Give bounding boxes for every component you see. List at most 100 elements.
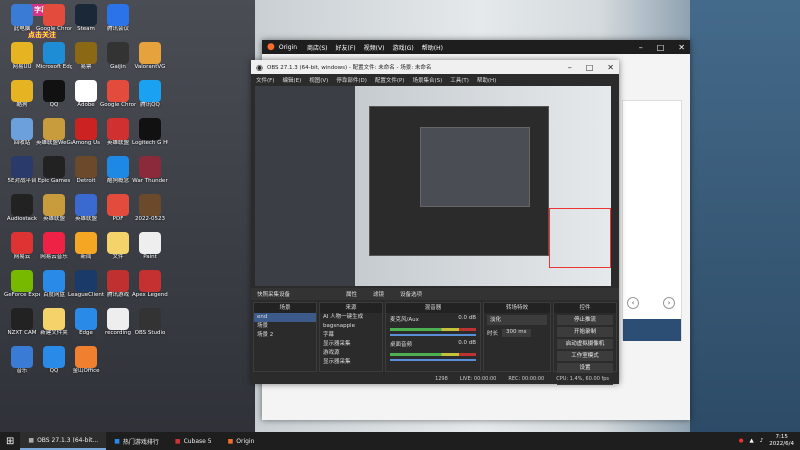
desktop-icon[interactable]: 英雄联盟 [36,194,72,236]
source-item[interactable]: 游戏源 [320,349,382,358]
desktop-icon[interactable]: ValorantVG [132,42,168,84]
obs-menu-item[interactable]: 帮助(H) [477,76,496,84]
obs-menu-item[interactable]: 工具(T) [450,76,469,84]
volume-icon[interactable]: ♪ [760,438,764,444]
obs-menu-item[interactable]: 停靠部件(D) [336,76,367,84]
transition-select[interactable]: 淡化 [487,315,547,325]
preview-selection-box[interactable] [549,208,611,268]
desktop-icon[interactable]: War Thunder [132,156,168,198]
taskbar-item[interactable]: ■ OBS 27.1.3 (64-bit... [20,432,107,450]
desktop-icon[interactable]: 英雄联盟 [68,194,104,236]
desktop-icon[interactable]: Among Us [68,118,104,160]
clock[interactable]: 7:15 2022/6/4 [769,434,794,448]
desktop-icon[interactable]: 易票 [68,42,104,84]
source-item[interactable]: AI 人物一键生成 [320,313,382,322]
desktop-icon[interactable]: 酷狗概念 [100,156,136,198]
desktop-icon[interactable]: Logitech G HUB [132,118,168,160]
desktop-icon[interactable]: 百度网盘 [36,270,72,312]
desktop-icon[interactable]: OBS Studio [132,308,168,350]
start-button[interactable]: ⊞ [0,432,20,450]
desktop-icon[interactable]: 网易云 [4,232,40,274]
desktop-icon[interactable]: Gaijin [100,42,136,84]
source-item[interactable]: 字幕 [320,331,382,340]
desktop-icon[interactable]: 网易UU [4,42,40,84]
desktop-icon[interactable]: Apex Legends [132,270,168,312]
maximize-icon[interactable]: □ [586,63,594,72]
desktop-icon[interactable]: NZXT CAM [4,308,40,350]
obs-menu-item[interactable]: 配置文件(P) [375,76,405,84]
scene-item[interactable]: 场景 2 [254,331,316,340]
origin-titlebar[interactable]: ● Origin 商店(S) 好友(F) 视频(V) 游戏(G) 帮助(H) – □ ✕ [262,40,690,54]
desktop-icon[interactable]: Detroit [68,156,104,198]
volume-slider[interactable] [390,334,476,336]
device-options-button[interactable]: 设备选项 [400,290,422,298]
desktop-icon[interactable]: 新建文件夹 [36,308,72,350]
obs-titlebar[interactable]: ◉ OBS 27.1.3 (64-bit, windows) - 配置文件: 未… [251,60,619,74]
close-icon[interactable]: ✕ [678,43,685,52]
desktop-icon[interactable]: recording [100,308,136,350]
desktop-icon[interactable]: Microsoft Edge [36,42,72,84]
source-item[interactable]: 显示器采集 [320,340,382,349]
close-icon[interactable]: ✕ [607,63,614,72]
desktop-icon[interactable]: Google Chrome [36,4,72,46]
desktop-icon[interactable]: Edge [68,308,104,350]
origin-menu-item[interactable]: 帮助(H) [422,43,443,52]
control-button[interactable]: 工作室模式 [557,351,613,361]
taskbar-item[interactable]: ■ Cubase 5 [167,432,220,450]
desktop-icon[interactable]: 金山Office [68,346,104,388]
desktop-icon[interactable]: 腾讯QQ [132,80,168,122]
tray-app-icon[interactable]: ● [739,438,744,444]
source-item[interactable]: bagsnapple [320,322,382,331]
desktop-icon[interactable]: LeagueClient [68,270,104,312]
taskbar-item[interactable]: ■ 热门游戏排行 [106,432,167,450]
desktop-icon[interactable]: Audiostack [4,194,40,236]
control-button[interactable]: 设置 [557,363,613,373]
taskbar-item[interactable]: ■ Origin [220,432,263,450]
desktop-icon[interactable]: 音乐 [4,346,40,388]
desktop-icon[interactable]: 网易云音乐 [36,232,72,274]
desktop-icon[interactable]: Steam [68,4,104,46]
desktop-icon[interactable]: Epic Games [36,156,72,198]
desktop-icon[interactable]: 腾讯游戏 [100,270,136,312]
desktop-icon[interactable]: 酷狗 [4,80,40,122]
obs-menu-item[interactable]: 视图(V) [309,76,328,84]
origin-menu-item[interactable]: 商店(S) [307,43,328,52]
scene-item[interactable]: end [254,313,316,322]
desktop-icon[interactable]: 腾讯会议 [100,4,136,46]
desktop-icon[interactable]: 此电脑 [4,4,40,46]
obs-menu-item[interactable]: 文件(F) [256,76,274,84]
control-button[interactable]: 停止推流 [557,315,613,325]
origin-menu-item[interactable]: 游戏(G) [392,43,413,52]
origin-menu-item[interactable]: 好友(F) [336,43,356,52]
desktop-icon[interactable]: PDF [100,194,136,236]
desktop-icon[interactable]: 英雄联盟 [100,118,136,160]
network-icon[interactable]: ▲ [750,438,754,444]
desktop-icon[interactable]: QQ [36,346,72,388]
duration-input[interactable]: 300 ms [502,329,531,337]
desktop-icon[interactable]: QQ [36,80,72,122]
desktop-icon[interactable]: 2022-0523 [132,194,168,236]
control-button[interactable]: 启动虚拟摄像机 [557,339,613,349]
desktop-icon[interactable]: 英雄联盟WeGame [36,118,72,160]
desktop-icon[interactable]: Google Chrome [100,80,136,122]
scene-item[interactable]: 场景 [254,322,316,331]
obs-menu-item[interactable]: 编辑(E) [282,76,301,84]
minimize-icon[interactable]: – [568,63,572,72]
filters-button[interactable]: 滤镜 [373,290,384,298]
carousel-next-button[interactable]: › [663,297,675,309]
desktop-icon[interactable]: Paint [132,232,168,274]
volume-slider[interactable] [390,359,476,361]
properties-button[interactable]: 属性 [346,290,357,298]
desktop-icon[interactable]: Adobe [68,80,104,122]
desktop-icon[interactable]: GeForce Experience [4,270,40,312]
desktop-icon[interactable]: 新闻 [68,232,104,274]
desktop-icon[interactable]: 文件 [100,232,136,274]
minimize-icon[interactable]: – [639,43,643,52]
obs-menu-item[interactable]: 场景集合(S) [412,76,442,84]
source-item[interactable]: 显示器采集 [320,358,382,367]
obs-preview[interactable] [255,86,611,286]
origin-menu-item[interactable]: 视频(V) [364,43,385,52]
desktop-icon[interactable]: 回收站 [4,118,40,160]
maximize-icon[interactable]: □ [657,43,665,52]
desktop-icon[interactable]: 5E对战平台 [4,156,40,198]
